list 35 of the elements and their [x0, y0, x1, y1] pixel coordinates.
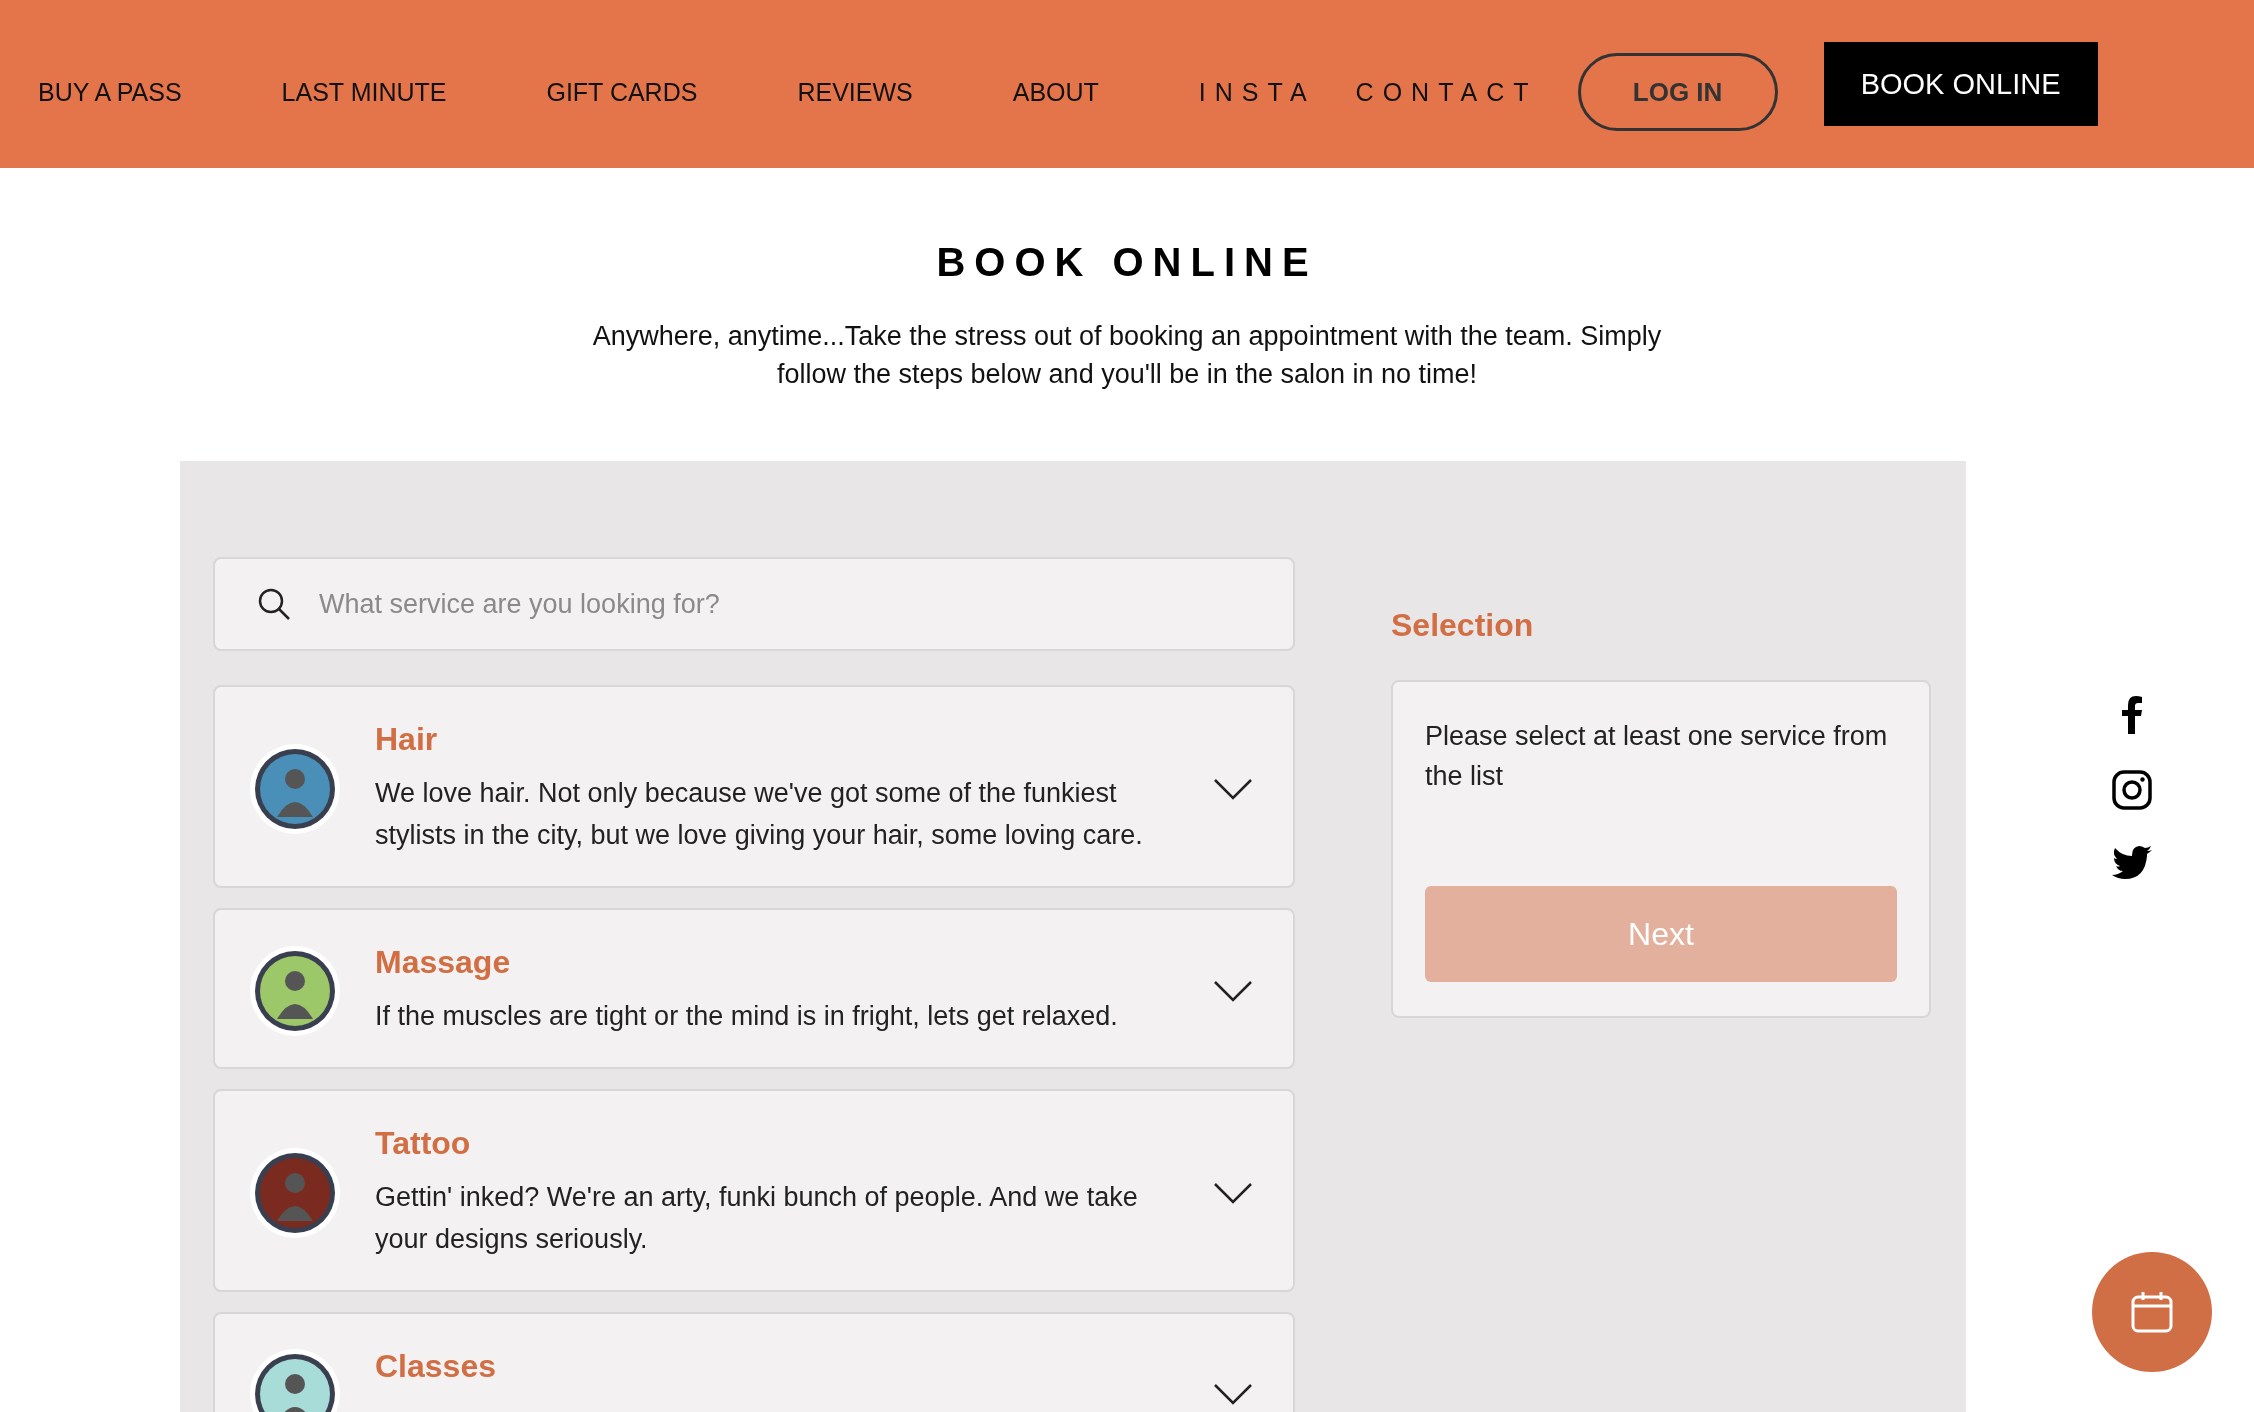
chevron-down-icon[interactable]	[1213, 979, 1253, 1002]
intro-text: Anywhere, anytime...Take the stress out of booking an appointment with the team. Simply follow the steps below and you'll be in the salon in no time!	[591, 320, 1663, 391]
chevron-down-icon[interactable]	[1213, 1383, 1253, 1405]
service-name: Tattoo	[375, 1125, 472, 1162]
book-online-button[interactable]: BOOK ONLINE	[1823, 42, 2098, 126]
selection-title: Selection	[1391, 607, 1535, 644]
nav-link[interactable]: ABOUT	[1012, 77, 1099, 107]
page-heading: BOOK ONLINE	[935, 240, 1319, 285]
nav-link[interactable]: INSTA	[1198, 77, 1316, 107]
service-card[interactable]: Tattoo Gettin' inked? We're an arty, funki bunch of people. And we take your designs seriously.	[213, 1089, 1295, 1292]
login-button[interactable]: LOG IN	[1577, 53, 1778, 131]
instagram-icon[interactable]	[2112, 770, 2152, 810]
calendar-icon	[2130, 1291, 2174, 1333]
service-card[interactable]: Massage If the muscles are tight or the mind is in fright, lets get relaxed.	[213, 908, 1295, 1069]
service-name: Hair	[375, 721, 439, 758]
nav-link[interactable]: REVIEWS	[797, 77, 913, 107]
service-name: Classes	[375, 1348, 497, 1385]
service-card[interactable]: Hair We love hair. Not only because we've got some of the funkiest stylists in the city, but we love giving your hair, some loving care.	[213, 685, 1295, 888]
avatar-icon	[249, 742, 341, 835]
nav-link[interactable]: BUY A PASS	[38, 77, 182, 107]
nav-link[interactable]: CONTACT	[1355, 77, 1538, 107]
service-name: Massage	[375, 944, 512, 981]
service-description: We love hair. Not only because we've got some of the funkiest stylists in the city, but we love giving your hair, some loving care.	[375, 777, 1144, 852]
service-description: Gettin' inked? We're an arty, funki bunch of people. And we take your designs seriously.	[375, 1181, 1139, 1256]
nav-link[interactable]: LAST MINUTE	[281, 77, 447, 107]
avatar-icon	[249, 944, 341, 1037]
search-icon	[257, 587, 291, 621]
chevron-down-icon[interactable]	[1213, 777, 1253, 800]
service-description: If the muscles are tight or the mind is in fright, lets get relaxed.	[375, 1000, 1119, 1033]
twitter-icon[interactable]	[2112, 846, 2152, 880]
selection-message: Please select at least one service from the list	[1425, 720, 1889, 793]
chevron-down-icon[interactable]	[1213, 1181, 1253, 1204]
search-field[interactable]: What service are you looking for?	[213, 557, 1295, 651]
nav-link[interactable]: GIFT CARDS	[546, 77, 698, 107]
avatar-icon	[249, 1146, 341, 1239]
